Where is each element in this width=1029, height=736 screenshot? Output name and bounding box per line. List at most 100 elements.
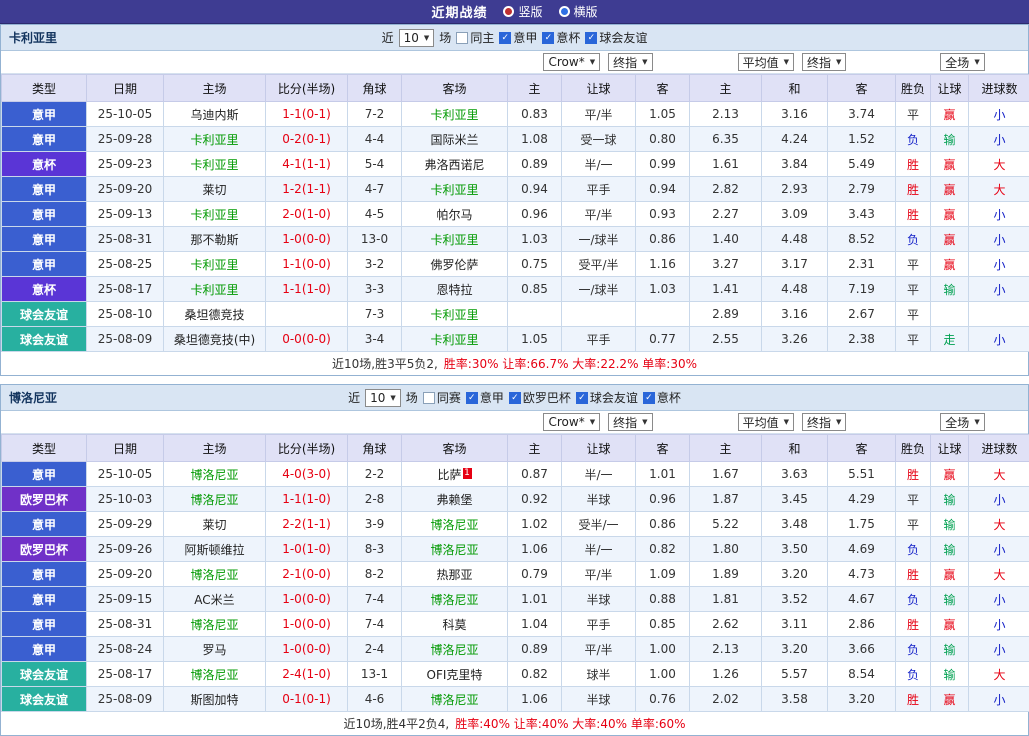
away-team-link[interactable]: 博洛尼亚 [430, 543, 478, 557]
handicap-verdict: 赢 [931, 102, 969, 127]
result-verdict: 平 [896, 327, 931, 352]
league-badge: 意甲 [2, 227, 87, 252]
checkbox-checked-icon [585, 32, 597, 44]
league-filter-checkbox[interactable]: 意杯 [643, 389, 681, 406]
away-team-link[interactable]: 比萨 [437, 468, 461, 482]
chevron-down-icon: ▼ [390, 394, 395, 402]
home-team-link[interactable]: 卡利亚里 [190, 283, 238, 297]
home-team-link[interactable]: 斯图加特 [190, 693, 238, 707]
away-team-link[interactable]: 卡利亚里 [430, 308, 478, 322]
league-badge: 意甲 [2, 637, 87, 662]
col-away: 客场 [402, 435, 508, 462]
col-date: 日期 [87, 75, 164, 102]
league-filter-checkbox[interactable]: 球会友谊 [585, 29, 647, 46]
scope-select[interactable]: 全场▼ [940, 413, 984, 431]
away-team-link[interactable]: 博洛尼亚 [430, 643, 478, 657]
league-filter-checkbox[interactable]: 意甲 [466, 389, 504, 406]
match-row: 意杯 25-08-17 卡利亚里 1-1(1-0) 3-3 恩特拉 0.85 一… [2, 277, 1029, 302]
league-badge: 球会友谊 [2, 662, 87, 687]
away-team-link[interactable]: 帕尔马 [436, 208, 472, 222]
handicap-away-odds: 0.96 [636, 487, 690, 512]
away-team-link[interactable]: 博洛尼亚 [430, 693, 478, 707]
odds-company-select[interactable]: Crow*▼ [543, 53, 600, 71]
avg-home-odds: 1.87 [690, 487, 762, 512]
goals-verdict: 小 [969, 127, 1029, 152]
match-date: 25-09-28 [87, 127, 164, 152]
league-filter-checkbox[interactable]: 球会友谊 [576, 389, 638, 406]
league-filter-checkbox[interactable]: 意甲 [499, 29, 537, 46]
average-time-select[interactable]: 终指▼ [802, 53, 846, 71]
handicap-home-odds: 0.75 [508, 252, 562, 277]
checkbox-unchecked-icon [456, 32, 468, 44]
home-team-link[interactable]: 那不勒斯 [190, 233, 238, 247]
away-team-link[interactable]: 博洛尼亚 [430, 593, 478, 607]
home-team-link[interactable]: AC米兰 [194, 593, 234, 607]
odds-time-select[interactable]: 终指▼ [608, 413, 652, 431]
league-filter-checkbox[interactable]: 欧罗巴杯 [509, 389, 571, 406]
away-team-link[interactable]: 弗洛西诺尼 [424, 158, 484, 172]
avg-home-odds: 6.35 [690, 127, 762, 152]
col-handicap: 让球 [562, 435, 636, 462]
avg-draw-odds: 3.17 [762, 252, 828, 277]
corner-count: 8-2 [348, 562, 402, 587]
away-team-link[interactable]: 佛罗伦萨 [430, 258, 478, 272]
odds-company-select[interactable]: Crow*▼ [543, 413, 600, 431]
radio-horizontal-layout[interactable]: 横版 [559, 3, 598, 20]
away-team-link[interactable]: 卡利亚里 [430, 233, 478, 247]
corner-count: 8-3 [348, 537, 402, 562]
home-team-link[interactable]: 博洛尼亚 [190, 493, 238, 507]
home-team-link[interactable]: 莱切 [202, 518, 226, 532]
home-team-link[interactable]: 博洛尼亚 [190, 468, 238, 482]
team-section-cagliari: 卡利亚里 近 10▼ 场 同主 意甲 意杯 球会友谊 Crow*▼ 终指▼ 平均… [0, 24, 1029, 376]
home-team-link[interactable]: 莱切 [202, 183, 226, 197]
match-date: 25-10-05 [87, 462, 164, 487]
radio-vertical-layout[interactable]: 竖版 [503, 3, 542, 20]
away-team-link[interactable]: 科莫 [442, 618, 466, 632]
away-team-link[interactable]: 国际米兰 [430, 133, 478, 147]
home-team-link[interactable]: 博洛尼亚 [190, 668, 238, 682]
result-verdict: 平 [896, 512, 931, 537]
result-verdict: 平 [896, 302, 931, 327]
away-team-link[interactable]: 卡利亚里 [430, 183, 478, 197]
handicap-verdict: 输 [931, 587, 969, 612]
home-team-link[interactable]: 卡利亚里 [190, 208, 238, 222]
handicap-home-odds: 1.01 [508, 587, 562, 612]
home-team-link[interactable]: 卡利亚里 [190, 258, 238, 272]
col-home: 主场 [164, 75, 266, 102]
same-venue-checkbox[interactable]: 同赛 [423, 389, 461, 406]
avg-draw-odds: 3.20 [762, 562, 828, 587]
average-time-select[interactable]: 终指▼ [802, 413, 846, 431]
recent-count-select[interactable]: 10▼ [365, 389, 401, 407]
result-verdict: 胜 [896, 177, 931, 202]
away-team-link[interactable]: 弗赖堡 [436, 493, 472, 507]
home-team-link[interactable]: 桑坦德竞技(中) [174, 333, 255, 347]
home-team-link[interactable]: 阿斯顿维拉 [184, 543, 244, 557]
league-filter-group: 意甲 意杯 球会友谊 [499, 29, 647, 46]
away-team-link[interactable]: 博洛尼亚 [430, 518, 478, 532]
away-team-link[interactable]: 卡利亚里 [430, 333, 478, 347]
odds-time-select[interactable]: 终指▼ [608, 53, 652, 71]
handicap-line: 受半/一 [562, 512, 636, 537]
away-team-link[interactable]: OFI克里特 [427, 668, 483, 682]
home-team-link[interactable]: 卡利亚里 [190, 158, 238, 172]
home-team-link[interactable]: 卡利亚里 [190, 133, 238, 147]
away-team-link[interactable]: 卡利亚里 [430, 108, 478, 122]
home-team-link[interactable]: 桑坦德竞技 [184, 308, 244, 322]
home-team-link[interactable]: 博洛尼亚 [190, 618, 238, 632]
average-select[interactable]: 平均值▼ [738, 413, 794, 431]
handicap-away-odds: 0.99 [636, 152, 690, 177]
corner-count: 5-4 [348, 152, 402, 177]
home-team-link[interactable]: 博洛尼亚 [190, 568, 238, 582]
corner-count: 7-2 [348, 102, 402, 127]
average-select[interactable]: 平均值▼ [738, 53, 794, 71]
scope-select[interactable]: 全场▼ [940, 53, 984, 71]
home-team-link[interactable]: 乌迪内斯 [190, 108, 238, 122]
home-team-link[interactable]: 罗马 [202, 643, 226, 657]
league-filter-checkbox[interactable]: 意杯 [542, 29, 580, 46]
away-team-link[interactable]: 恩特拉 [436, 283, 472, 297]
score-halftime: 2-0(1-0) [266, 202, 348, 227]
away-team-link[interactable]: 热那亚 [436, 568, 472, 582]
recent-count-select[interactable]: 10▼ [399, 29, 435, 47]
league-filter-label: 球会友谊 [599, 29, 647, 46]
same-venue-checkbox[interactable]: 同主 [456, 29, 494, 46]
